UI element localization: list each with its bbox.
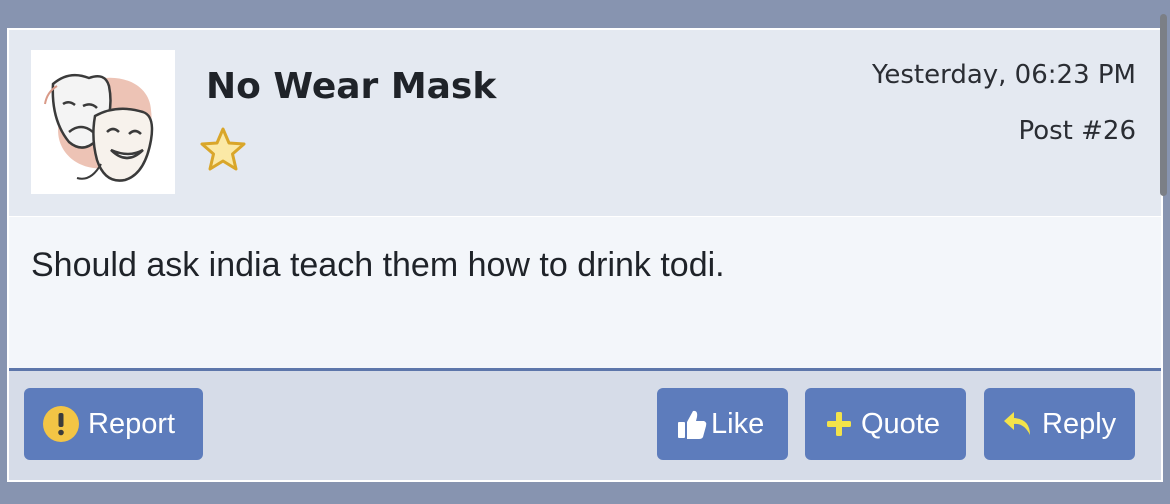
like-button[interactable]: Like (657, 388, 788, 460)
report-label: Report (88, 407, 176, 440)
post-date: Yesterday, 06:23 PM (871, 60, 1136, 90)
post-number-link[interactable]: Post #26 (1018, 116, 1136, 146)
reply-label: Reply (1042, 407, 1117, 440)
avatar[interactable] (31, 50, 175, 194)
post-footer: Report Like Quote Reply (9, 368, 1161, 480)
quote-button[interactable]: Quote (805, 388, 966, 460)
forum-post: No Wear Mask Yesterday, 06:23 PM Post #2… (7, 28, 1163, 482)
reply-button[interactable]: Reply (984, 388, 1135, 460)
theater-masks-icon (31, 50, 175, 194)
star-icon (200, 127, 246, 171)
thumbs-up-icon (678, 410, 707, 439)
like-label: Like (711, 407, 765, 440)
post-header: No Wear Mask Yesterday, 06:23 PM Post #2… (9, 30, 1161, 217)
page-band-top (0, 0, 1170, 26)
report-button[interactable]: Report (24, 388, 203, 460)
username[interactable]: No Wear Mask (206, 66, 496, 107)
plus-icon (827, 412, 851, 436)
scrollbar[interactable] (1160, 14, 1167, 196)
exclamation-circle-icon (43, 406, 79, 442)
page-band-bottom (0, 484, 1170, 504)
quote-label: Quote (861, 407, 940, 440)
reply-arrow-icon (1004, 412, 1030, 435)
post-message: Should ask india teach them how to drink… (31, 246, 725, 284)
